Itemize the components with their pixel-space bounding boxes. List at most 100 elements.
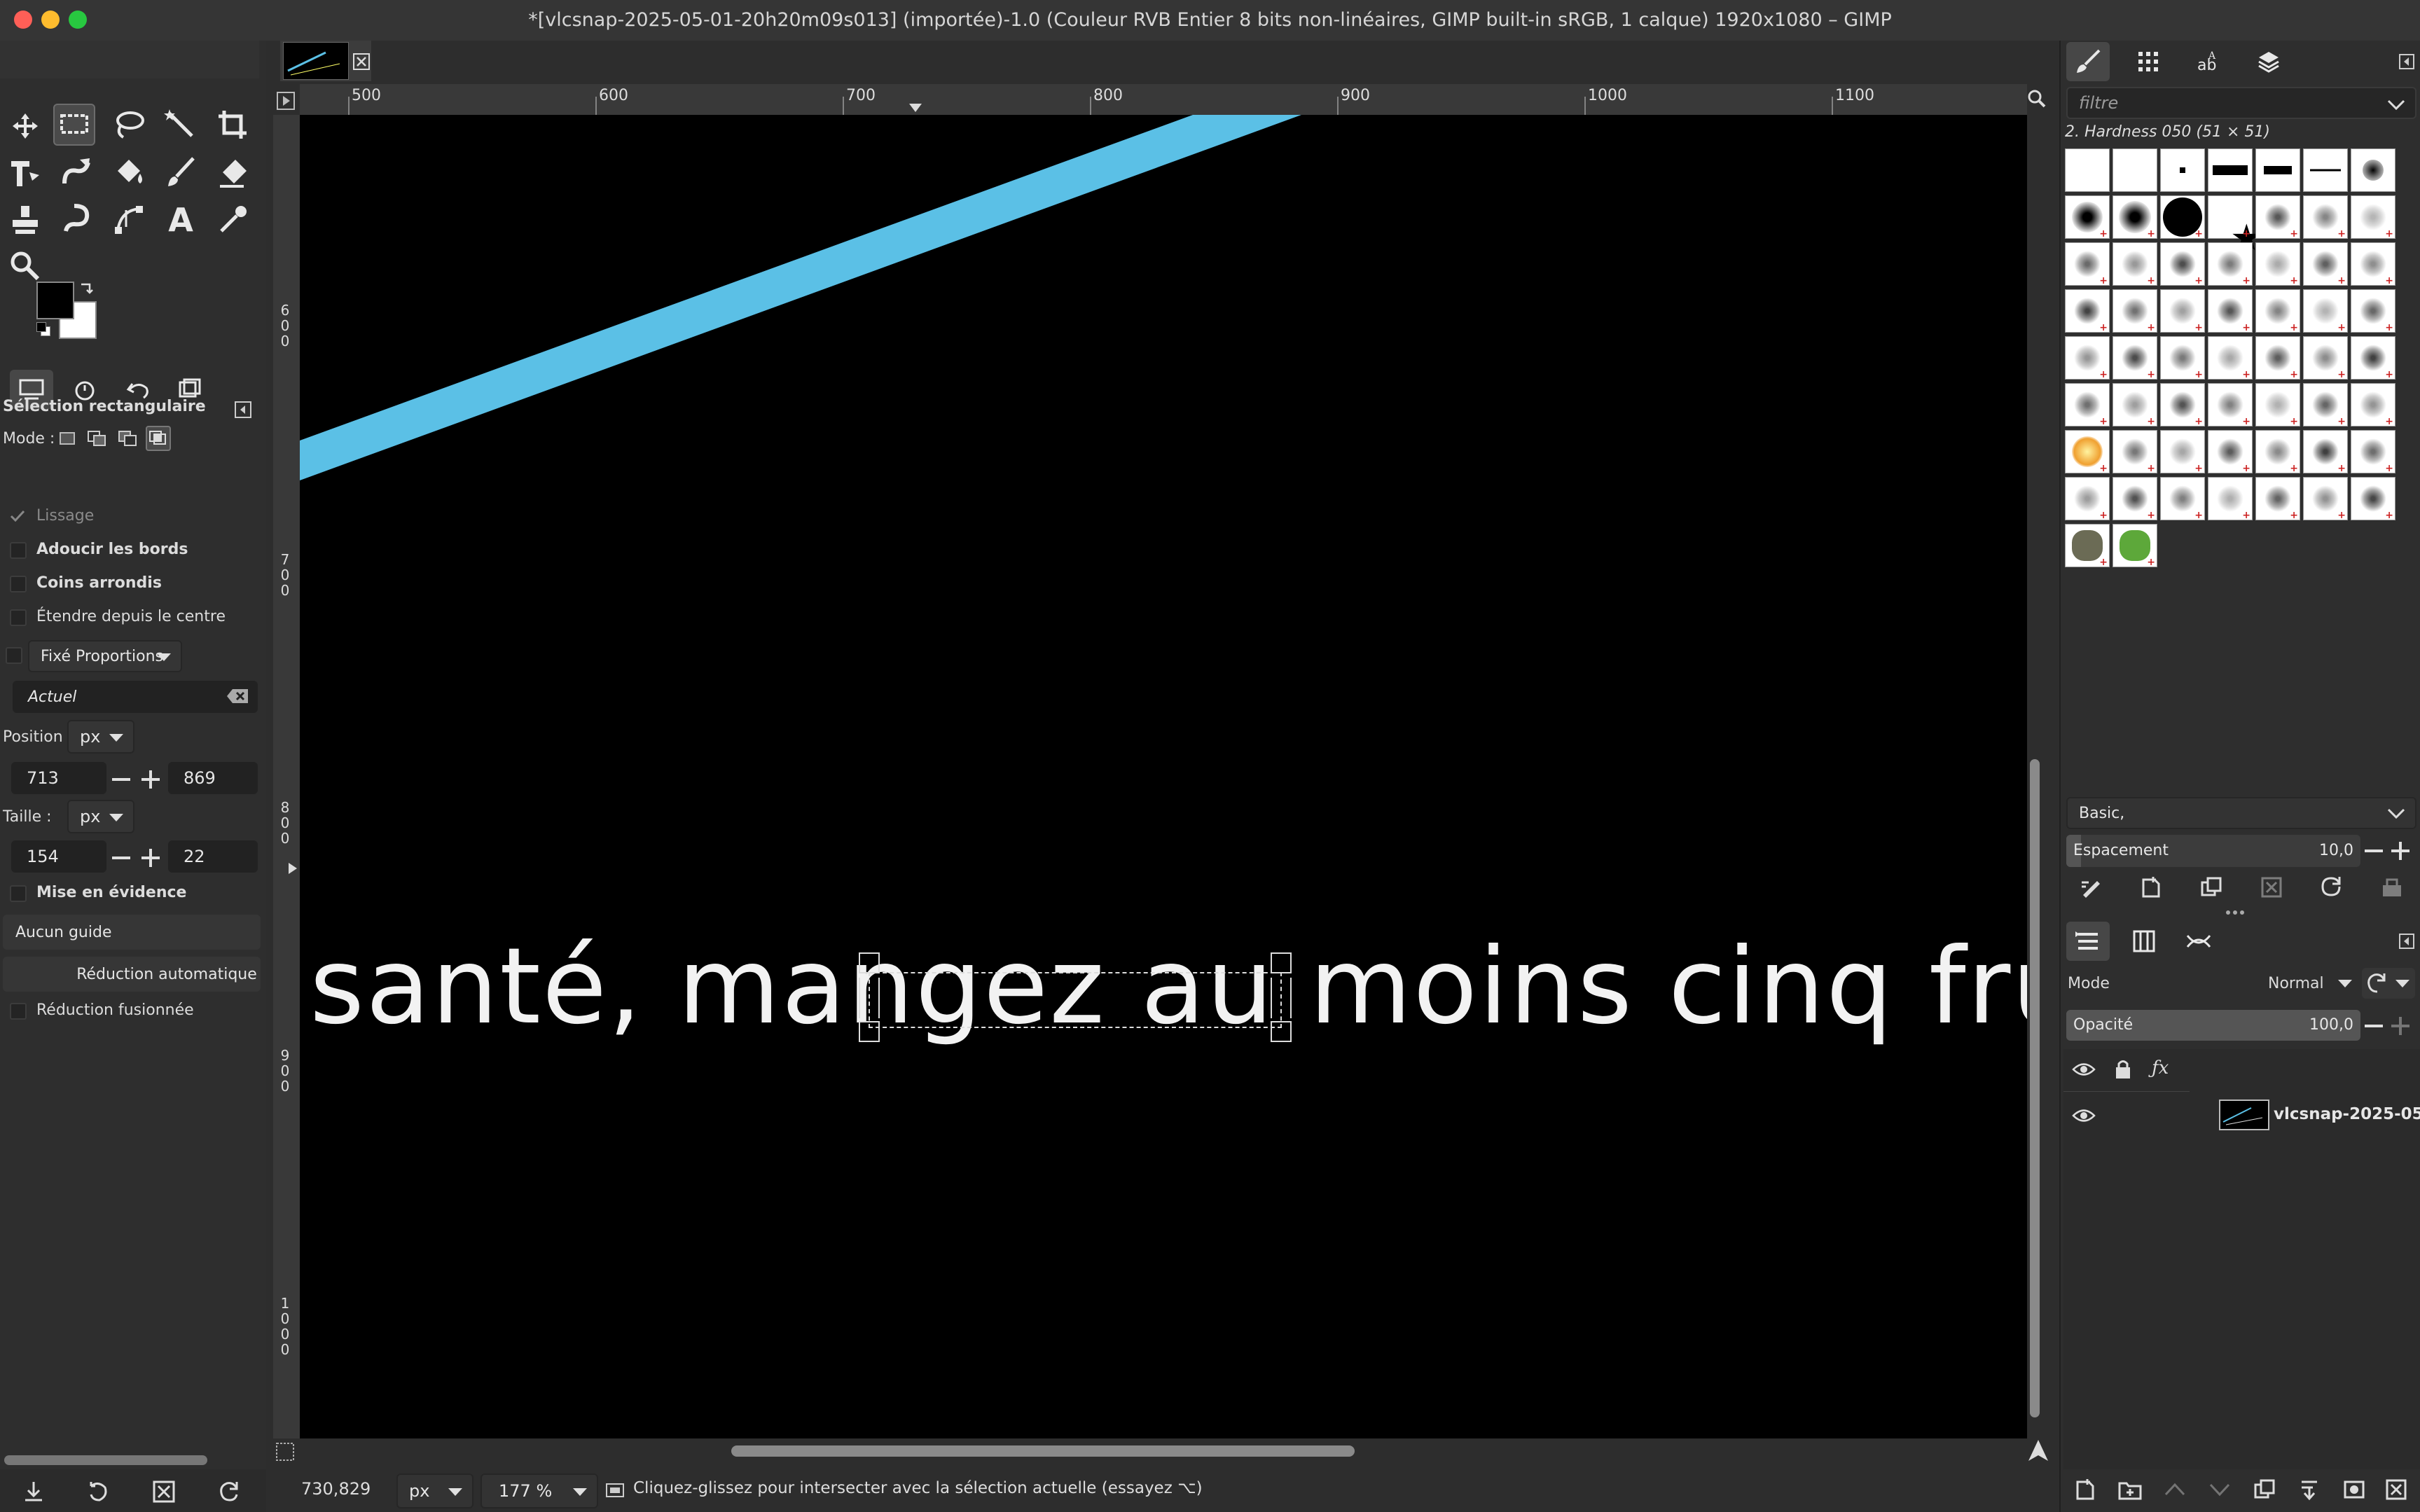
tab-document-history[interactable] xyxy=(2247,42,2290,81)
panel-menu-icon[interactable] xyxy=(234,401,252,419)
brush-thumbnail[interactable]: + xyxy=(2351,383,2395,427)
swap-colors-icon[interactable] xyxy=(78,282,94,297)
brush-thumbnail[interactable]: + xyxy=(2208,383,2253,427)
mode-subtract-icon[interactable] xyxy=(116,427,139,450)
tab-fonts[interactable]: ab A xyxy=(2187,42,2230,81)
fixed-dropdown[interactable]: Fixé Proportions xyxy=(28,640,182,672)
chevron-down-icon[interactable] xyxy=(2387,97,2405,116)
text-tool-icon[interactable]: A xyxy=(160,199,202,241)
brush-thumbnail[interactable]: + xyxy=(2160,477,2205,521)
mode-replace-icon[interactable] xyxy=(56,427,78,450)
brush-thumbnail[interactable]: + xyxy=(2255,289,2300,333)
smudge-tool-icon[interactable] xyxy=(56,199,98,241)
guides-dropdown[interactable]: Aucun guide xyxy=(3,915,261,950)
position-unit-dropdown[interactable]: px xyxy=(67,720,134,754)
color-picker-tool-icon[interactable] xyxy=(212,199,254,241)
refresh-brushes-icon[interactable] xyxy=(2320,875,2344,899)
brush-thumbnail[interactable]: + xyxy=(2113,289,2157,333)
paintbrush-tool-icon[interactable] xyxy=(160,151,202,193)
dock-separator-handle[interactable] xyxy=(2226,910,2247,916)
layer-mask-icon[interactable] xyxy=(2342,1478,2366,1501)
brush-thumbnail[interactable] xyxy=(2065,148,2110,192)
duplicate-layer-icon[interactable] xyxy=(2253,1478,2276,1501)
auto-shrink-button[interactable]: Réduction automatique xyxy=(3,957,261,992)
size-unit-dropdown[interactable]: px xyxy=(67,800,134,833)
brush-thumbnail[interactable]: ★ + xyxy=(2208,195,2263,259)
mode-intersect-icon[interactable] xyxy=(146,426,171,451)
default-colors-icon[interactable] xyxy=(36,322,50,336)
brush-thumbnail[interactable]: + xyxy=(2113,430,2157,474)
brush-thumbnail[interactable]: + xyxy=(2160,383,2205,427)
brush-preset-dropdown[interactable]: Basic, xyxy=(2066,797,2416,829)
brush-thumbnail[interactable]: + xyxy=(2160,336,2205,380)
shrink-merged-checkbox[interactable] xyxy=(10,1003,27,1020)
clone-tool-icon[interactable] xyxy=(4,199,46,241)
foreground-color-swatch[interactable] xyxy=(36,282,74,319)
layer-name[interactable]: vlcsnap-2025-05-0 xyxy=(2274,1105,2420,1123)
close-tab-icon[interactable] xyxy=(353,53,370,70)
zoom-image-icon[interactable] xyxy=(2027,88,2047,109)
brush-thumbnail[interactable] xyxy=(2303,148,2348,192)
brush-thumbnail[interactable]: + xyxy=(2065,336,2110,380)
size-height-field[interactable]: 22 xyxy=(168,840,258,873)
tab-layers[interactable] xyxy=(2066,922,2110,961)
brush-thumbnail[interactable]: + xyxy=(2351,195,2395,240)
brush-thumbnail[interactable]: + xyxy=(2065,524,2110,568)
brush-thumbnail[interactable]: + xyxy=(2255,195,2300,240)
navigate-icon[interactable] xyxy=(2027,1438,2049,1462)
brush-thumbnail[interactable]: + xyxy=(2351,430,2395,474)
minus-icon[interactable] xyxy=(111,847,132,868)
brush-thumbnail[interactable]: + xyxy=(2208,242,2253,286)
brush-thumbnail[interactable]: + xyxy=(2160,430,2205,474)
clear-field-icon[interactable] xyxy=(227,688,249,709)
quick-mask-toggle[interactable] xyxy=(273,87,300,115)
selection-handle[interactable] xyxy=(859,978,880,1018)
composite-mode-button[interactable] xyxy=(2362,968,2415,999)
brush-thumbnail[interactable]: + xyxy=(2303,477,2348,521)
fuzzy-select-tool-icon[interactable] xyxy=(160,104,202,146)
brush-thumbnail[interactable]: + xyxy=(2351,242,2395,286)
crop-tool-icon[interactable] xyxy=(212,104,254,146)
fixed-checkbox[interactable] xyxy=(6,647,22,664)
brush-thumbnail[interactable]: + xyxy=(2065,477,2110,521)
brush-thumbnail[interactable]: + xyxy=(2113,524,2157,568)
expand-center-checkbox[interactable] xyxy=(10,609,27,626)
open-brush-as-image-icon[interactable] xyxy=(2380,875,2404,899)
brush-thumbnail[interactable]: + xyxy=(2255,477,2300,521)
edit-brush-icon[interactable] xyxy=(2079,875,2103,899)
brush-thumbnail[interactable] xyxy=(2160,148,2205,192)
eraser-tool-icon[interactable] xyxy=(212,151,254,193)
tab-patterns[interactable] xyxy=(2127,42,2170,81)
brush-thumbnail[interactable]: + xyxy=(2303,195,2348,240)
feather-checkbox[interactable] xyxy=(10,542,27,559)
raise-layer-icon[interactable] xyxy=(2163,1478,2187,1501)
delete-options-icon[interactable] xyxy=(151,1479,177,1504)
minus-icon[interactable] xyxy=(2365,1017,2383,1035)
brush-filter-field[interactable]: filtre xyxy=(2066,87,2416,119)
brush-thumbnail[interactable] xyxy=(2255,148,2300,192)
eye-icon[interactable] xyxy=(2072,1107,2096,1129)
brush-thumbnail[interactable]: + xyxy=(2160,242,2205,286)
brush-thumbnail[interactable]: + xyxy=(2351,477,2395,521)
new-brush-icon[interactable] xyxy=(2139,875,2163,899)
paths-tool-icon[interactable] xyxy=(108,199,150,241)
brush-thumbnail[interactable]: + xyxy=(2160,289,2205,333)
brush-thumbnail[interactable]: + xyxy=(2303,289,2348,333)
brush-thumbnail[interactable]: + xyxy=(2351,336,2395,380)
zoom-tool-icon[interactable] xyxy=(4,245,46,287)
brush-thumbnail[interactable]: + xyxy=(2255,383,2300,427)
reset-options-icon[interactable] xyxy=(217,1479,242,1504)
plus-icon[interactable] xyxy=(2391,1017,2409,1035)
layer-row[interactable]: vlcsnap-2025-05-0 xyxy=(2063,1093,2420,1137)
brush-thumbnail[interactable]: + xyxy=(2303,336,2348,380)
brush-thumbnail[interactable]: + xyxy=(2208,289,2253,333)
brush-thumbnail[interactable]: + xyxy=(2065,430,2110,474)
new-layer-group-icon[interactable] xyxy=(2118,1478,2142,1501)
brush-grid[interactable]: + + + ★ + + + + + + + + + + + + + + + + + + + + + + + + + + + + + + + + + + + +… xyxy=(2065,148,2401,569)
highlight-checkbox[interactable] xyxy=(10,885,27,902)
tab-brushes[interactable] xyxy=(2066,42,2110,81)
brush-thumbnail[interactable]: + xyxy=(2351,289,2395,333)
selection-handle[interactable] xyxy=(1271,952,1292,973)
selection-handle[interactable] xyxy=(859,1021,880,1042)
unit-dropdown[interactable]: px xyxy=(396,1473,473,1508)
